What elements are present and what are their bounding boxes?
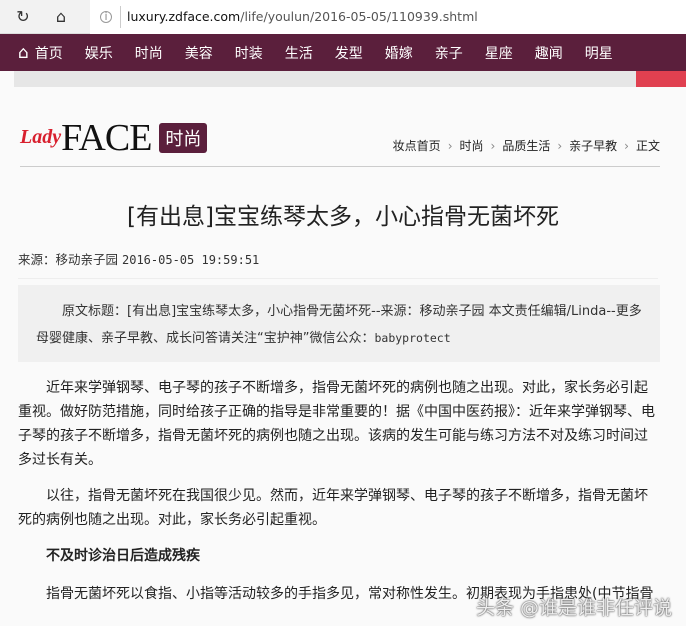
divider [120, 5, 121, 28]
nav-item[interactable]: 亲子 [435, 43, 463, 63]
summary-text: 原文标题：[有出息]宝宝练琴太多，小心指骨无菌坏死--来源：移动亲子园 本文责任… [36, 304, 642, 346]
article-title: [有出息]宝宝练琴太多，小心指骨无菌坏死 [127, 204, 559, 230]
breadcrumb-item[interactable]: 妆点首页 [393, 139, 441, 153]
nav-item[interactable]: 时尚 [135, 43, 163, 63]
nav-item[interactable]: 婚嫁 [385, 43, 413, 63]
address-bar[interactable]: i luxury.zdface.com/life/youlun/2016-05-… [90, 0, 686, 34]
paragraph: 以往，指骨无菌坏死在我国很少见。然而，近年来学弹钢琴、电子琴的孩子不断增多，指骨… [18, 488, 648, 528]
nav-item[interactable]: 时装 [235, 43, 263, 63]
breadcrumb-item[interactable]: 时尚 [460, 139, 484, 153]
nav-item[interactable]: 首页 [35, 43, 63, 63]
ad-badge [636, 71, 686, 87]
site-header: Lady FACE 时尚 妆点首页 › 时尚 › 品质生活 › 亲子早教 › 正文 [20, 109, 660, 167]
browser-toolbar: ↻ ⌂ i luxury.zdface.com/life/youlun/2016… [0, 0, 686, 34]
article-datetime: 2016-05-05 19:59:51 [122, 253, 260, 267]
breadcrumb-item[interactable]: 亲子早教 [569, 139, 617, 153]
nav-item[interactable]: 生活 [285, 43, 313, 63]
source-label: 来源：移动亲子园 [18, 252, 119, 267]
nav-item[interactable]: 美容 [185, 43, 213, 63]
article-source: 来源：移动亲子园 2016-05-05 19:59:51 [18, 249, 658, 279]
ad-banner[interactable] [14, 71, 686, 87]
breadcrumb-item: 正文 [635, 139, 660, 153]
main-nav: ⌂ 首页 娱乐 时尚 美容 时装 生活 发型 婚嫁 亲子 星座 趣闻 明星 [0, 34, 686, 71]
nav-item[interactable]: 娱乐 [85, 43, 113, 63]
url-host: luxury.zdface.com [127, 9, 241, 24]
nav-home-icon[interactable]: ⌂ [18, 43, 29, 63]
nav-item[interactable]: 明星 [585, 43, 613, 63]
nav-item[interactable]: 趣闻 [535, 43, 563, 63]
logo-face[interactable]: FACE [61, 116, 152, 160]
summary-box: 原文标题：[有出息]宝宝练琴太多，小心指骨无菌坏死--来源：移动亲子园 本文责任… [18, 285, 660, 362]
channel-tag[interactable]: 时尚 [159, 122, 208, 153]
breadcrumb-item[interactable]: 品质生活 [502, 139, 550, 153]
watermark: 头条 @谁是谁非任评说 [475, 597, 672, 619]
url-path: /life/youlun/2016-05-05/110939.shtml [240, 9, 478, 24]
wechat-id: babyprotect [374, 331, 451, 345]
section-heading: 不及时诊治日后造成残疾 [46, 548, 200, 564]
nav-item[interactable]: 星座 [485, 43, 513, 63]
paragraph: 近年来学弹钢琴、电子琴的孩子不断增多，指骨无菌坏死的病例也随之出现。对此，家长务… [18, 380, 655, 468]
article-body: 近年来学弹钢琴、电子琴的孩子不断增多，指骨无菌坏死的病例也随之出现。对此，家长务… [18, 376, 660, 606]
home-icon[interactable]: ⌂ [46, 7, 76, 26]
logo-lady[interactable]: Lady [20, 126, 61, 149]
breadcrumb: 妆点首页 › 时尚 › 品质生活 › 亲子早教 › 正文 [392, 139, 660, 153]
nav-item[interactable]: 发型 [335, 43, 363, 63]
refresh-icon[interactable]: ↻ [8, 7, 38, 26]
info-icon[interactable]: i [100, 10, 112, 23]
